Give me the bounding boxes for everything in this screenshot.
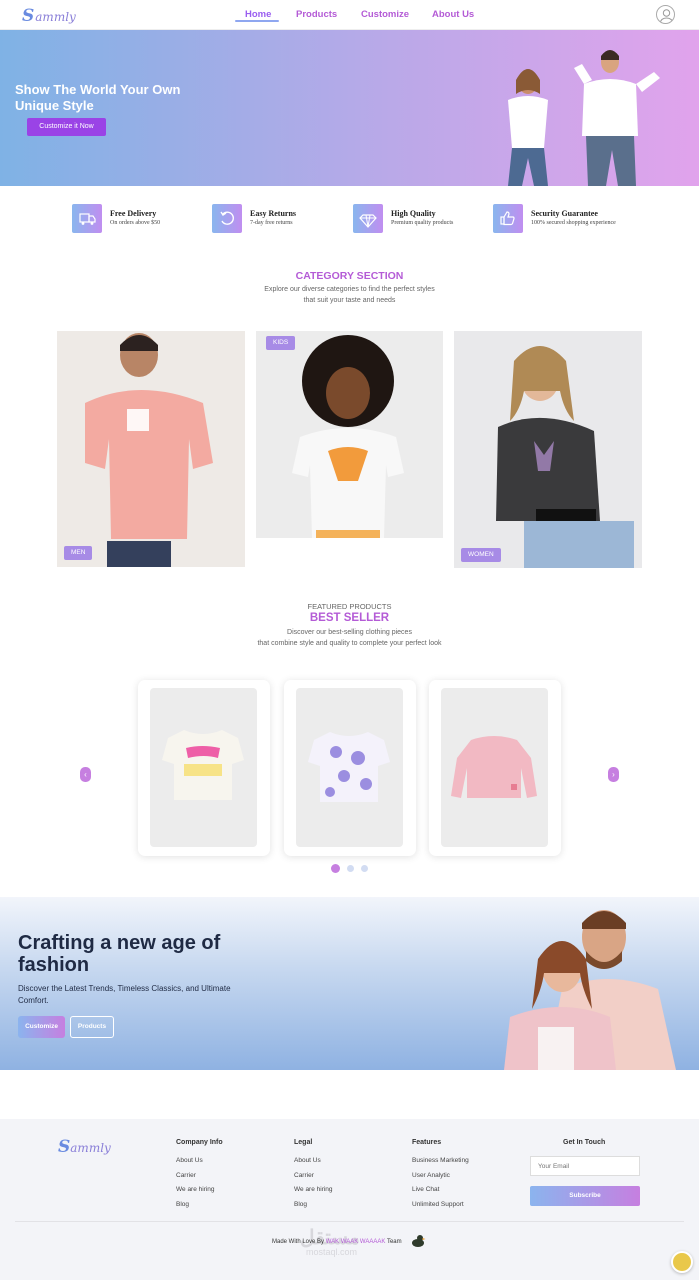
banner-desc: Discover the Latest Trends, Timeless Cla… <box>18 984 231 1005</box>
product-image-pink-sweater <box>441 688 548 847</box>
product-image-floral-tee <box>296 688 403 847</box>
banner-products-button[interactable]: Products <box>70 1016 114 1038</box>
carousel-next-button[interactable]: › <box>608 767 619 782</box>
feature-title: Free Delivery <box>110 209 157 218</box>
feature-subtitle: On orders above $50 <box>110 220 161 226</box>
truck-icon <box>72 204 102 233</box>
page: Sammly Home Products Customize About Us … <box>0 0 699 1280</box>
footer-col-title-features: Features <box>412 1139 442 1146</box>
footer-link[interactable]: Blog <box>294 1201 307 1208</box>
subscribe-button[interactable]: Subscribe <box>530 1186 640 1206</box>
crafting-banner: Crafting a new age of fashion Discover t… <box>0 897 699 1070</box>
team-name[interactable]: WAK WAAK WAAAAK <box>326 1239 386 1245</box>
category-section-title: CATEGORY SECTION <box>295 270 404 282</box>
best-seller-title: BEST SELLER <box>309 612 390 624</box>
thumbs-up-icon <box>493 204 523 233</box>
category-card-women[interactable]: WOMEN <box>454 331 642 568</box>
men-category-image <box>85 333 213 567</box>
category-card-kids[interactable]: KIDS <box>256 331 443 538</box>
customize-now-button[interactable]: Customize it Now <box>27 118 106 136</box>
category-desc-line1: Explore our diverse categories to find t… <box>264 286 435 293</box>
watermark-subtext: mostaql.com <box>306 1247 358 1257</box>
carousel-dot-2[interactable] <box>347 865 354 872</box>
footer-link[interactable]: Carrier <box>176 1172 196 1179</box>
footer-link[interactable]: Unlimited Support <box>412 1201 464 1208</box>
carousel-dot-1[interactable] <box>331 864 340 873</box>
featured-products-eyebrow: FEATURED PRODUCTS <box>307 602 392 611</box>
made-with-love-credit: Made With Love By WAK WAAK WAAAAK Team <box>272 1239 402 1245</box>
product-card[interactable] <box>429 680 561 856</box>
banner-couple-image <box>504 910 676 1070</box>
product-card[interactable] <box>284 680 416 856</box>
hero-title: Show The World Your Own Unique Style <box>15 82 181 113</box>
footer-col-title-legal: Legal <box>294 1139 313 1146</box>
logo[interactable]: Sammly <box>22 6 76 26</box>
product-image-barbie-tee <box>150 688 257 847</box>
nav-link-home[interactable]: Home <box>245 9 271 20</box>
chat-widget-icon[interactable] <box>671 1251 693 1273</box>
newsletter-email-input[interactable] <box>530 1156 640 1176</box>
logo-mark: S <box>22 6 35 26</box>
made-suffix: Team <box>386 1239 402 1245</box>
footer: Sammly Company Info About Us Carrier We … <box>0 1119 699 1280</box>
footer-contact-title: Get In Touch <box>563 1139 606 1146</box>
category-badge-women: WOMEN <box>461 548 501 562</box>
duck-icon <box>412 1235 426 1247</box>
nav-link-about-us[interactable]: About Us <box>432 9 474 20</box>
banner-title: Crafting a new age of fashion <box>18 932 221 976</box>
made-prefix: Made With Love By <box>272 1239 325 1245</box>
feature-title: Security Guarantee <box>531 209 598 218</box>
feature-title: Easy Returns <box>250 209 297 218</box>
feature-subtitle: 7-day free returns <box>250 220 293 226</box>
category-desc-line2: that suit your taste and needs <box>303 297 396 304</box>
nav-link-products[interactable]: Products <box>296 9 337 20</box>
feature-subtitle: Premium quality products <box>391 220 454 226</box>
hero-banner: Show The World Your Own Unique Style Cus… <box>0 30 699 186</box>
footer-link[interactable]: Live Chat <box>412 1186 439 1193</box>
footer-link[interactable]: Carrier <box>294 1172 314 1179</box>
logo-text: ammly <box>35 10 76 24</box>
carousel-dot-3[interactable] <box>361 865 368 872</box>
footer-logo-text: ammly <box>70 1141 111 1155</box>
kids-category-image <box>292 335 404 538</box>
feature-title: High Quality <box>391 209 436 218</box>
category-card-men[interactable]: MEN <box>57 331 245 567</box>
footer-logo[interactable]: Sammly <box>58 1137 111 1157</box>
footer-link[interactable]: About Us <box>294 1157 321 1164</box>
nav-link-customize[interactable]: Customize <box>361 9 409 20</box>
footer-link[interactable]: Blog <box>176 1201 189 1208</box>
return-icon <box>212 204 242 233</box>
best-seller-desc-line1: Discover our best-selling clothing piece… <box>287 629 412 636</box>
best-seller-desc-line2: that combine style and quality to comple… <box>257 640 442 647</box>
category-badge-kids: KIDS <box>266 336 296 350</box>
footer-col-title-company: Company Info <box>176 1139 223 1146</box>
footer-link[interactable]: Business Marketing <box>412 1157 469 1164</box>
women-category-image <box>496 346 634 568</box>
category-badge-men: MEN <box>64 546 93 560</box>
footer-link[interactable]: User Analytic <box>412 1172 450 1179</box>
carousel-prev-button[interactable]: ‹ <box>80 767 91 782</box>
diamond-icon <box>353 204 383 233</box>
hero-models-image <box>508 50 660 186</box>
top-nav: Sammly Home Products Customize About Us <box>0 0 699 30</box>
footer-logo-mark: S <box>58 1137 71 1157</box>
nav-active-underline <box>235 20 279 22</box>
footer-divider <box>15 1221 684 1222</box>
feature-subtitle: 100% secured shopping experience <box>531 220 616 226</box>
footer-link[interactable]: We are hiring <box>176 1186 215 1193</box>
footer-link[interactable]: About Us <box>176 1157 203 1164</box>
product-card[interactable] <box>138 680 270 856</box>
user-avatar-icon[interactable] <box>656 5 675 24</box>
footer-link[interactable]: We are hiring <box>294 1186 333 1193</box>
banner-customize-button[interactable]: Customize <box>18 1016 65 1038</box>
